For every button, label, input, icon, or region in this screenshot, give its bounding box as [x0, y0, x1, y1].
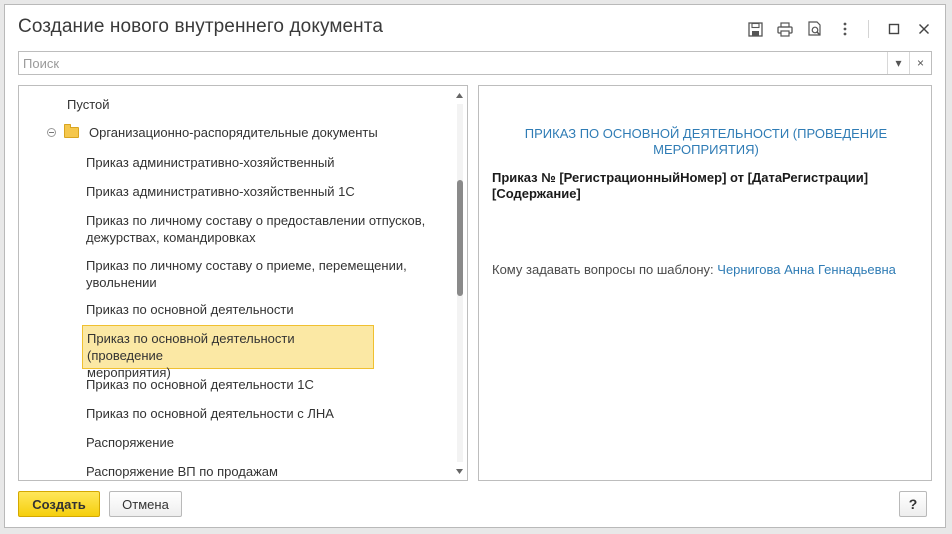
tree-item[interactable]: Приказ административно-хозяйственный 1С [86, 183, 355, 200]
tree-item-label: Распоряжение ВП по продажам [86, 464, 278, 479]
collapse-icon[interactable] [47, 128, 56, 137]
tree-item-label: Приказ по основной деятельности [86, 302, 294, 317]
preview-search-icon[interactable] [804, 18, 826, 40]
tree-scrollbar[interactable] [455, 90, 464, 476]
preview-body-line: Приказ № [РегистрационныйНомер] от [Дата… [492, 170, 869, 185]
folder-icon [64, 124, 79, 138]
tree-item[interactable]: Распоряжение ВП по продажам [86, 463, 278, 480]
toolbar-separator [868, 20, 869, 38]
search-clear-button[interactable]: × [909, 52, 931, 74]
preview-contact: Кому задавать вопросы по шаблону: Черниг… [492, 262, 896, 277]
preview-heading-line: ПРИКАЗ ПО ОСНОВНОЙ ДЕЯТЕЛЬНОСТИ (ПРОВЕДЕ… [524, 126, 888, 141]
tree-item[interactable]: Приказ административно-хозяйственный [86, 154, 335, 171]
more-menu-icon[interactable] [834, 18, 856, 40]
help-button[interactable]: ? [899, 491, 927, 517]
tree-group[interactable]: Организационно-распорядительные документ… [47, 124, 378, 141]
tree-item-empty[interactable]: Пустой [67, 96, 110, 113]
tree-item[interactable]: Приказ по основной деятельности [86, 301, 294, 318]
preview-heading-line-2: МЕРОПРИЯТИЯ) [653, 142, 759, 157]
contact-person-link[interactable]: Чернигова Анна Геннадьевна [717, 262, 896, 277]
preview-body: Приказ № [РегистрационныйНомер] от [Дата… [492, 170, 912, 202]
tree-item-label: Приказ административно-хозяйственный 1С [86, 184, 355, 199]
preview-heading: ПРИКАЗ ПО ОСНОВНОЙ ДЕЯТЕЛЬНОСТИ (ПРОВЕДЕ… [503, 126, 909, 158]
scroll-up-icon[interactable] [455, 90, 464, 100]
preview-body-line-2: [Содержание] [492, 186, 581, 201]
contact-label: Кому задавать вопросы по шаблону: [492, 262, 714, 277]
title-toolbar [736, 18, 935, 40]
close-icon[interactable] [913, 18, 935, 40]
search-dropdown-button[interactable]: ▾ [887, 52, 909, 74]
tree-item[interactable]: Приказ по личному составу о предоставлен… [86, 212, 425, 246]
tree-item-label: Распоряжение [86, 435, 174, 450]
tree-item[interactable]: Приказ по основной деятельности 1С [86, 376, 314, 393]
tree-item-selected[interactable]: Приказ по основной деятельности (проведе… [82, 325, 374, 380]
scroll-thumb[interactable] [457, 180, 463, 296]
print-icon[interactable] [774, 18, 796, 40]
tree-item-label: Приказ по личному составу о предоставлен… [86, 213, 426, 228]
tree-item-label-2: дежурствах, командировках [86, 230, 256, 245]
save-icon[interactable] [744, 18, 766, 40]
create-button[interactable]: Создать [18, 491, 100, 517]
tree-item[interactable]: Приказ по основной деятельности с ЛНА [86, 405, 334, 422]
window-title: Создание нового внутреннего документа [18, 16, 384, 37]
maximize-icon[interactable] [883, 18, 905, 40]
cancel-button[interactable]: Отмена [109, 491, 182, 517]
tree-item-label-2: увольнении [86, 275, 157, 290]
scroll-down-icon[interactable] [455, 466, 464, 476]
tree-group-label: Организационно-распорядительные документ… [89, 125, 378, 140]
dialog-window: Создание нового внутреннего документа По… [4, 4, 946, 528]
template-tree: Пустой Организационно-распорядительные д… [18, 85, 468, 481]
tree-item-label: Приказ по основной деятельности с ЛНА [86, 406, 334, 421]
tree-item[interactable]: Распоряжение [86, 434, 174, 451]
tree-item-label: Приказ по основной деятельности (проведе… [87, 331, 295, 363]
tree-item-label: Приказ по личному составу о приеме, пере… [86, 258, 407, 273]
tree-item-label: Приказ по основной деятельности 1С [86, 377, 314, 392]
tree-item[interactable]: Приказ по личному составу о приеме, пере… [86, 257, 407, 291]
search-box: ▾ × [18, 51, 932, 75]
template-preview: ПРИКАЗ ПО ОСНОВНОЙ ДЕЯТЕЛЬНОСТИ (ПРОВЕДЕ… [478, 85, 932, 481]
search-input[interactable] [19, 52, 887, 74]
tree-item-label: Приказ административно-хозяйственный [86, 155, 335, 170]
